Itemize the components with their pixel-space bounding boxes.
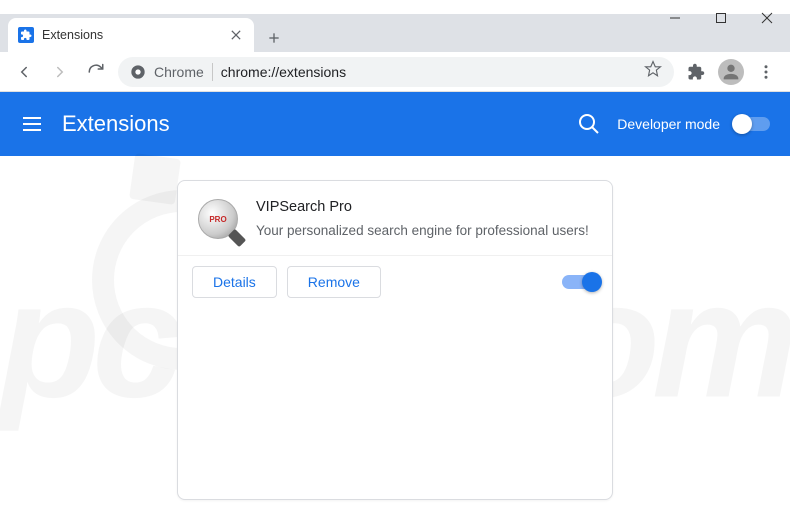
browser-tab[interactable]: Extensions (8, 18, 254, 52)
extension-enable-toggle[interactable] (562, 275, 598, 289)
new-tab-button[interactable] (260, 24, 288, 52)
extension-icon: PRO (198, 199, 238, 239)
window-maximize-button[interactable] (698, 0, 744, 36)
back-button[interactable] (10, 58, 38, 86)
extensions-puzzle-icon[interactable] (682, 58, 710, 86)
tab-close-button[interactable] (228, 27, 244, 43)
chrome-icon (130, 64, 146, 80)
extensions-content: pcrisk.com PRO VIPSearch Pro Your person… (0, 156, 790, 524)
bookmark-star-icon[interactable] (644, 60, 662, 83)
window-minimize-button[interactable] (652, 0, 698, 36)
details-button[interactable]: Details (192, 266, 277, 298)
omnibox-url: chrome://extensions (221, 64, 636, 80)
menu-hamburger-icon[interactable] (20, 112, 44, 136)
address-bar[interactable]: Chrome chrome://extensions (118, 57, 674, 87)
extension-puzzle-icon (18, 27, 34, 43)
browser-toolbar: Chrome chrome://extensions (0, 52, 790, 92)
window-close-button[interactable] (744, 0, 790, 36)
extension-name: VIPSearch Pro (256, 199, 592, 215)
reload-button[interactable] (82, 58, 110, 86)
watermark-shape (129, 153, 181, 205)
window-controls (652, 0, 790, 36)
extension-description: Your personalized search engine for prof… (256, 221, 592, 241)
developer-mode-toggle[interactable] (734, 117, 770, 131)
remove-button[interactable]: Remove (287, 266, 381, 298)
chrome-menu-button[interactable] (752, 58, 780, 86)
extensions-page-header: Extensions Developer mode (0, 92, 790, 156)
developer-mode-label: Developer mode (617, 116, 720, 132)
forward-button[interactable] (46, 58, 74, 86)
tab-title: Extensions (42, 28, 220, 42)
page-title: Extensions (62, 111, 577, 137)
omnibox-origin-label: Chrome (154, 64, 204, 80)
search-icon[interactable] (577, 112, 601, 136)
extension-card: PRO VIPSearch Pro Your personalized sear… (177, 180, 613, 500)
omnibox-divider (212, 63, 213, 81)
profile-avatar-icon[interactable] (718, 59, 744, 85)
